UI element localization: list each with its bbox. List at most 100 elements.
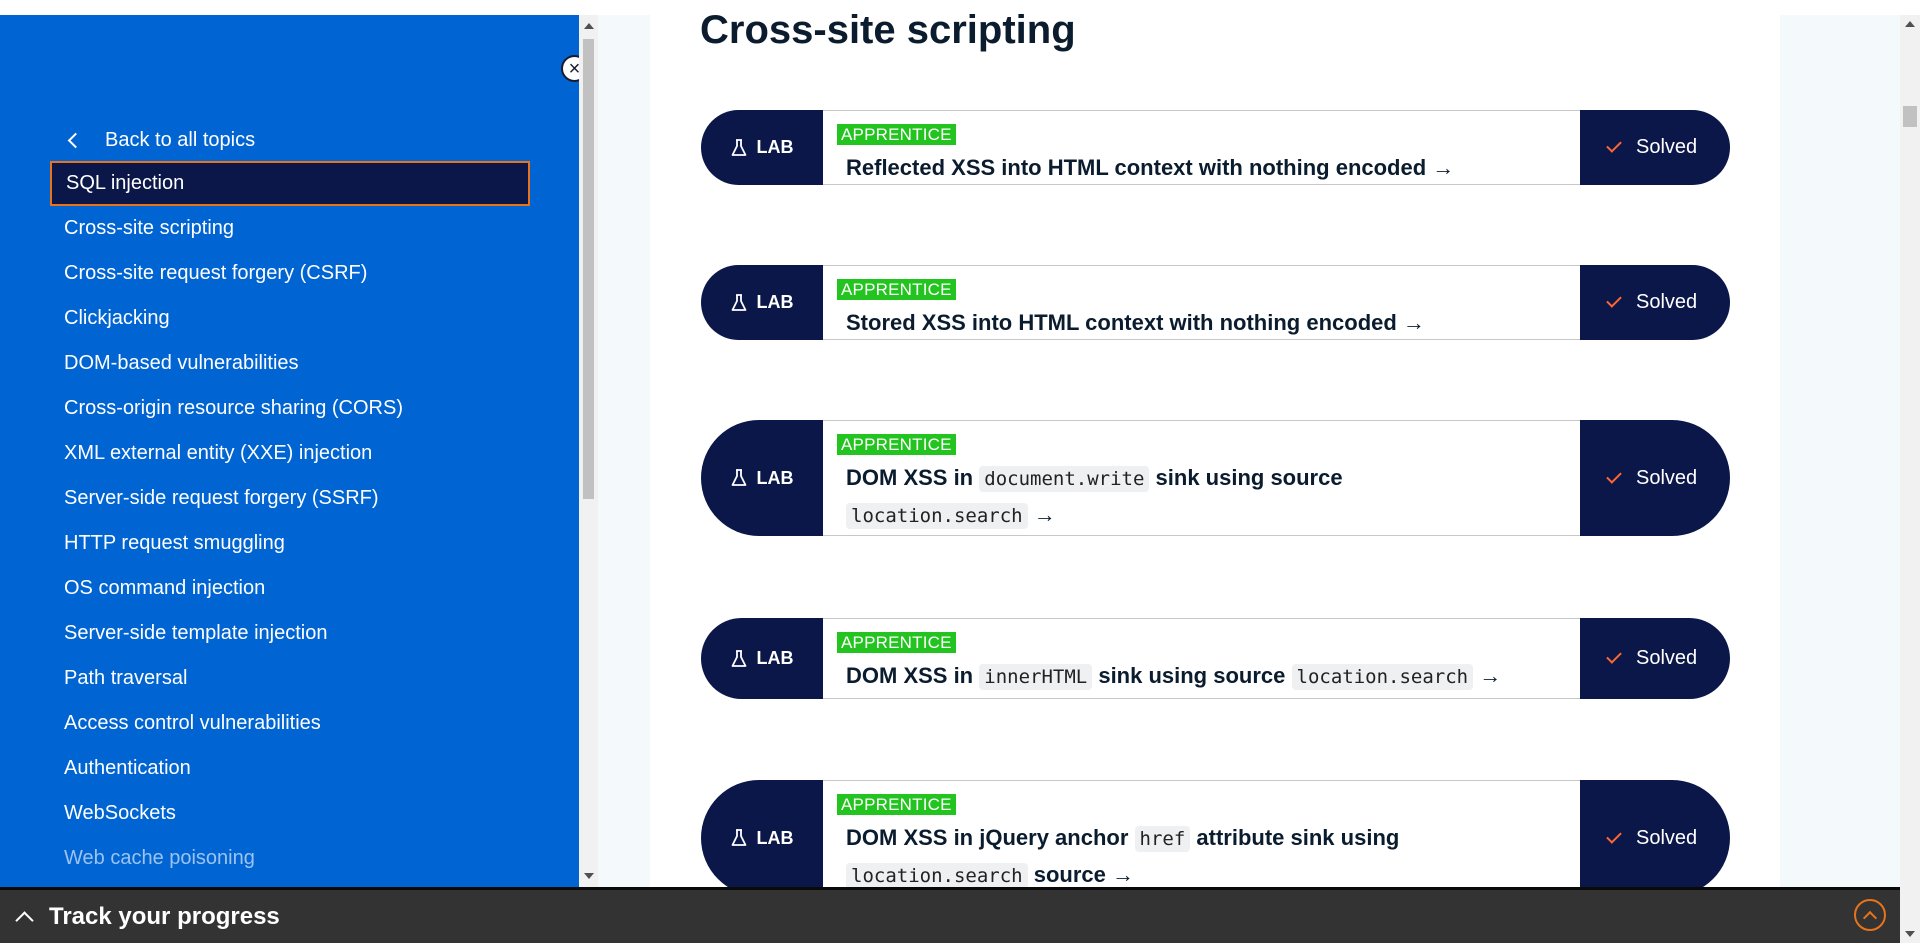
status-label: Solved	[1636, 136, 1698, 158]
sidebar-scrollbar-thumb[interactable]	[583, 39, 594, 499]
sidebar-item-path-traversal[interactable]: Path traversal	[50, 656, 530, 701]
checkmark-icon	[1606, 827, 1622, 844]
code-snippet: innerHTML	[979, 664, 1093, 690]
lab-title-text: source →	[1033, 862, 1134, 887]
lab-tag: LAB	[701, 618, 823, 699]
status-label: Solved	[1636, 647, 1698, 669]
code-snippet: location.search	[846, 503, 1028, 529]
scroll-down-arrow-icon[interactable]	[1905, 931, 1915, 937]
lab-tag: LAB	[701, 110, 823, 185]
topic-nav-list: SQL injection Cross-site scripting Cross…	[50, 161, 530, 881]
page-scrollbar[interactable]	[1900, 15, 1920, 943]
lab-tag: LAB	[701, 780, 823, 896]
topics-sidebar: × Back to all topics SQL injection Cross…	[0, 15, 588, 887]
arrow-right-icon: →	[1479, 663, 1502, 688]
sidebar-item-access-control[interactable]: Access control vulnerabilities	[50, 701, 530, 746]
flask-icon	[731, 469, 746, 486]
sidebar-item-os-command-injection[interactable]: OS command injection	[50, 566, 530, 611]
lab-card: LAB APPRENTICE DOM XSS in innerHTML sink…	[701, 618, 1730, 699]
lab-card: LAB APPRENTICE DOM XSS in document.write…	[701, 420, 1730, 536]
scroll-up-arrow-icon[interactable]	[584, 23, 594, 29]
lab-tag: LAB	[701, 420, 823, 536]
checkmark-icon	[1606, 648, 1622, 664]
lab-title-link[interactable]: DOM XSS in document.write sink using sou…	[846, 460, 1580, 534]
sidebar-item-clickjacking[interactable]: Clickjacking	[50, 296, 530, 341]
lab-card: LAB APPRENTICE Stored XSS into HTML cont…	[701, 265, 1730, 340]
sidebar-item-cors[interactable]: Cross-origin resource sharing (CORS)	[50, 386, 530, 431]
lab-title-text: Reflected XSS into HTML context with not…	[846, 155, 1455, 180]
arrow-right-icon: →	[1033, 502, 1056, 527]
sidebar-item-authentication[interactable]: Authentication	[50, 746, 530, 791]
page-scrollbar-thumb[interactable]	[1903, 106, 1917, 127]
sidebar-item-xxe[interactable]: XML external entity (XXE) injection	[50, 431, 530, 476]
content-gutter-right	[1780, 15, 1900, 887]
solved-status[interactable]: Solved	[1580, 265, 1730, 340]
level-badge: APPRENTICE	[837, 794, 956, 815]
level-badge: APPRENTICE	[837, 632, 956, 653]
scroll-to-top-button[interactable]	[1854, 899, 1886, 931]
lab-title-link[interactable]: DOM XSS in jQuery anchor href attribute …	[846, 820, 1580, 894]
lab-card: LAB APPRENTICE DOM XSS in jQuery anchor …	[701, 780, 1730, 896]
sidebar-item-websockets[interactable]: WebSockets	[50, 791, 530, 836]
scroll-up-arrow-icon[interactable]	[1905, 21, 1915, 27]
status-label: Solved	[1636, 826, 1698, 849]
arrow-up-circle-icon	[1862, 910, 1878, 925]
lab-tag: LAB	[701, 265, 823, 340]
scroll-down-arrow-icon[interactable]	[584, 873, 594, 879]
lab-title-text: DOM XSS in	[846, 663, 974, 688]
solved-status[interactable]: Solved	[1580, 420, 1730, 536]
code-snippet: document.write	[979, 466, 1150, 492]
solved-status[interactable]: Solved	[1580, 618, 1730, 699]
track-progress-label: Track your progress	[49, 902, 280, 930]
lab-body: APPRENTICE DOM XSS in innerHTML sink usi…	[823, 618, 1580, 699]
sidebar-item-ssrf[interactable]: Server-side request forgery (SSRF)	[50, 476, 530, 521]
lab-title-text: sink using source	[1098, 663, 1286, 688]
code-snippet: href	[1134, 826, 1191, 852]
checkmark-icon	[1606, 467, 1622, 484]
lab-title-text: DOM XSS in jQuery anchor	[846, 825, 1129, 850]
lab-tag-label: LAB	[756, 827, 794, 848]
sidebar-item-web-cache-poisoning[interactable]: Web cache poisoning	[50, 836, 530, 881]
checkmark-icon	[1606, 292, 1622, 308]
sidebar-item-ssti[interactable]: Server-side template injection	[50, 611, 530, 656]
level-badge: APPRENTICE	[837, 279, 956, 300]
page-title: Cross-site scripting	[700, 8, 1076, 52]
lab-title-text: DOM XSS in	[846, 465, 974, 490]
solved-status[interactable]: Solved	[1580, 110, 1730, 185]
lab-tag-label: LAB	[756, 648, 794, 668]
back-to-all-topics-link[interactable]: Back to all topics	[64, 125, 255, 155]
lab-tag-label: LAB	[756, 137, 794, 157]
sidebar-item-sql-injection[interactable]: SQL injection	[50, 161, 530, 206]
solved-status[interactable]: Solved	[1580, 780, 1730, 896]
flask-icon	[731, 293, 746, 311]
lab-tag-label: LAB	[756, 467, 794, 488]
sidebar-scrollbar[interactable]	[579, 15, 598, 887]
chevron-left-icon	[67, 132, 84, 148]
code-snippet: location.search	[1291, 664, 1474, 690]
lab-tag-label: LAB	[756, 292, 794, 312]
back-link-label: Back to all topics	[105, 128, 256, 151]
sidebar-item-dom-based[interactable]: DOM-based vulnerabilities	[50, 341, 530, 386]
chevron-up-icon	[15, 911, 34, 930]
lab-body: APPRENTICE DOM XSS in jQuery anchor href…	[823, 780, 1580, 896]
lab-title-link[interactable]: Stored XSS into HTML context with nothin…	[846, 305, 1580, 340]
track-progress-bar[interactable]: Track your progress	[0, 887, 1900, 943]
status-label: Solved	[1636, 466, 1698, 489]
sidebar-item-cross-site-scripting[interactable]: Cross-site scripting	[50, 206, 530, 251]
lab-title-text: Stored XSS into HTML context with nothin…	[846, 310, 1425, 335]
content-gutter-left	[598, 15, 650, 887]
flask-icon	[731, 829, 746, 846]
sidebar-item-csrf[interactable]: Cross-site request forgery (CSRF)	[50, 251, 530, 296]
status-label: Solved	[1636, 291, 1698, 313]
lab-title-text: attribute sink using	[1196, 825, 1400, 850]
level-badge: APPRENTICE	[837, 434, 956, 455]
lab-title-link[interactable]: DOM XSS in innerHTML sink using source l…	[846, 658, 1580, 695]
flask-icon	[731, 649, 746, 667]
checkmark-icon	[1606, 137, 1622, 153]
lab-body: APPRENTICE Reflected XSS into HTML conte…	[823, 110, 1580, 185]
lab-title-link[interactable]: Reflected XSS into HTML context with not…	[846, 150, 1580, 185]
sidebar-item-request-smuggling[interactable]: HTTP request smuggling	[50, 521, 530, 566]
flask-icon	[731, 138, 746, 156]
code-snippet: location.search	[846, 863, 1028, 889]
level-badge: APPRENTICE	[837, 124, 956, 145]
